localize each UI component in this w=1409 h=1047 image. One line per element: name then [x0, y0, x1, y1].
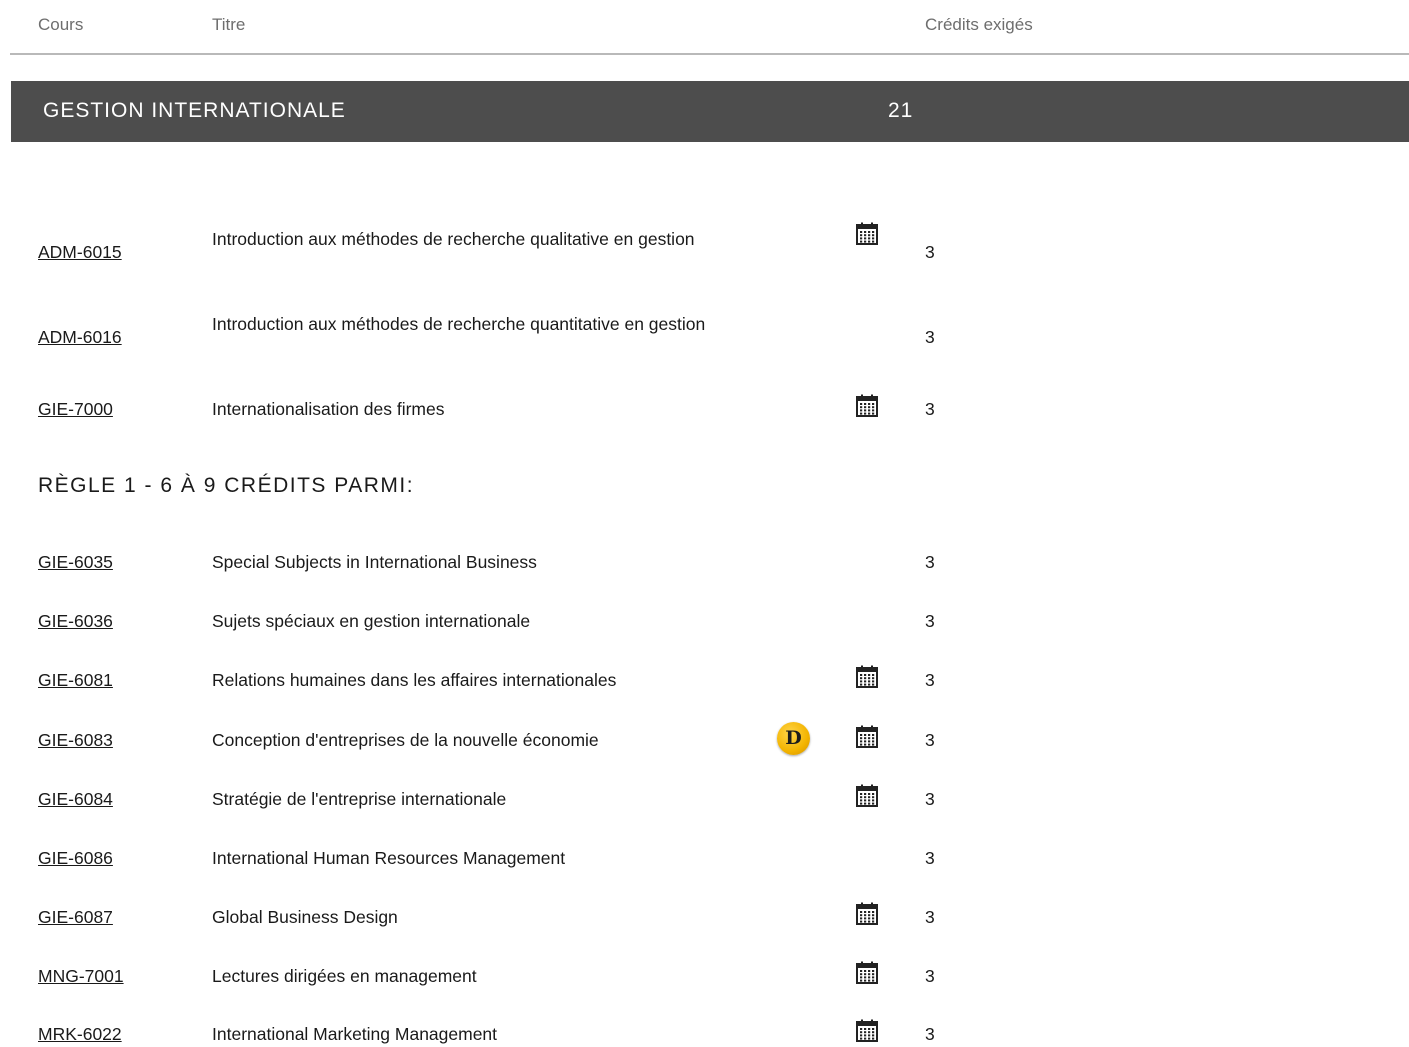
course-code-link[interactable]: MRK-6022 [38, 1024, 122, 1045]
course-title: Sujets spéciaux en gestion international… [212, 611, 531, 631]
course-row: GIE-6086 International Human Resources Ma… [0, 845, 1409, 871]
course-credits: 3 [925, 789, 935, 809]
course-credits: 3 [925, 552, 935, 572]
course-code-link[interactable]: GIE-6084 [38, 789, 113, 810]
course-row: GIE-6083 Conception d'entreprises de la n… [0, 722, 1409, 755]
course-row: MRK-6022 International Marketing Manageme… [0, 1019, 1409, 1047]
course-credits: 3 [925, 1024, 935, 1044]
table-header: Cours Titre Crédits exigés [10, 0, 1409, 55]
course-code-link[interactable]: GIE-6036 [38, 611, 113, 632]
course-code-link[interactable]: GIE-6086 [38, 848, 113, 869]
column-header-credits: Crédits exigés [925, 15, 1033, 34]
course-credits: 3 [925, 907, 935, 927]
course-title: Global Business Design [212, 907, 398, 927]
course-credits: 3 [925, 966, 935, 986]
calendar-icon[interactable] [855, 902, 879, 926]
column-header-title: Titre [212, 15, 246, 34]
course-code-link[interactable]: GIE-6083 [38, 730, 113, 751]
course-credits: 3 [925, 242, 935, 262]
calendar-icon[interactable] [855, 725, 879, 749]
course-row: GIE-7000 Internationalisation des firmes 3 [0, 394, 1409, 422]
course-code-link[interactable]: GIE-7000 [38, 399, 113, 420]
course-code-link[interactable]: GIE-6087 [38, 907, 113, 928]
column-header-course: Cours [38, 15, 84, 34]
calendar-icon[interactable] [855, 961, 879, 985]
calendar-icon[interactable] [855, 222, 879, 246]
course-credits: 3 [925, 399, 935, 419]
course-title: Introduction aux méthodes de recherche q… [212, 229, 695, 249]
calendar-icon[interactable] [855, 394, 879, 418]
course-title: Lectures dirigées en management [212, 966, 477, 986]
course-row: GIE-6087 Global Business Design 3 [0, 902, 1409, 930]
course-title: Introduction aux méthodes de recherche q… [212, 314, 706, 334]
course-code-link[interactable]: MNG-7001 [38, 966, 124, 987]
course-row: GIE-6035 Special Subjects in Internationa… [0, 549, 1409, 575]
course-row: GIE-6036 Sujets spéciaux en gestion inter… [0, 608, 1409, 634]
course-credits: 3 [925, 848, 935, 868]
course-title: Special Subjects in International Busine… [212, 552, 537, 572]
course-code-link[interactable]: GIE-6081 [38, 670, 113, 691]
course-row: ADM-6015 Introduction aux méthodes de rec… [0, 222, 1409, 278]
calendar-icon[interactable] [855, 665, 879, 689]
course-credits: 3 [925, 670, 935, 690]
course-title: International Marketing Management [212, 1024, 498, 1044]
course-row: ADM-6016 Introduction aux méthodes de rec… [0, 311, 1409, 363]
course-code-link[interactable]: GIE-6035 [38, 552, 113, 573]
calendar-icon[interactable] [855, 1019, 879, 1043]
course-title: Relations humaines dans les affaires int… [212, 670, 617, 690]
course-title: Conception d'entreprises de la nouvelle … [212, 730, 599, 750]
section-title: GESTION INTERNATIONALE [43, 99, 346, 122]
course-code-link[interactable]: ADM-6016 [38, 327, 122, 348]
course-title: Stratégie de l'entreprise internationale [212, 789, 507, 809]
course-title: Internationalisation des firmes [212, 399, 445, 419]
course-credits: 3 [925, 730, 935, 750]
course-row: MNG-7001 Lectures dirigées en management 3 [0, 961, 1409, 989]
section-header: GESTION INTERNATIONALE 21 [11, 81, 1409, 142]
course-code-link[interactable]: ADM-6015 [38, 242, 122, 263]
course-row: GIE-6084 Stratégie de l'entreprise intern… [0, 784, 1409, 812]
rule-heading: RÈGLE 1 - 6 À 9 CRÉDITS PARMI: [38, 474, 415, 497]
section-credits: 21 [888, 99, 914, 122]
course-credits: 3 [925, 327, 935, 347]
course-credits: 3 [925, 611, 935, 631]
distance-course-badge-icon[interactable]: D [777, 722, 810, 755]
course-title: International Human Resources Management [212, 848, 566, 868]
calendar-icon[interactable] [855, 784, 879, 808]
course-row: GIE-6081 Relations humaines dans les affa… [0, 665, 1409, 693]
